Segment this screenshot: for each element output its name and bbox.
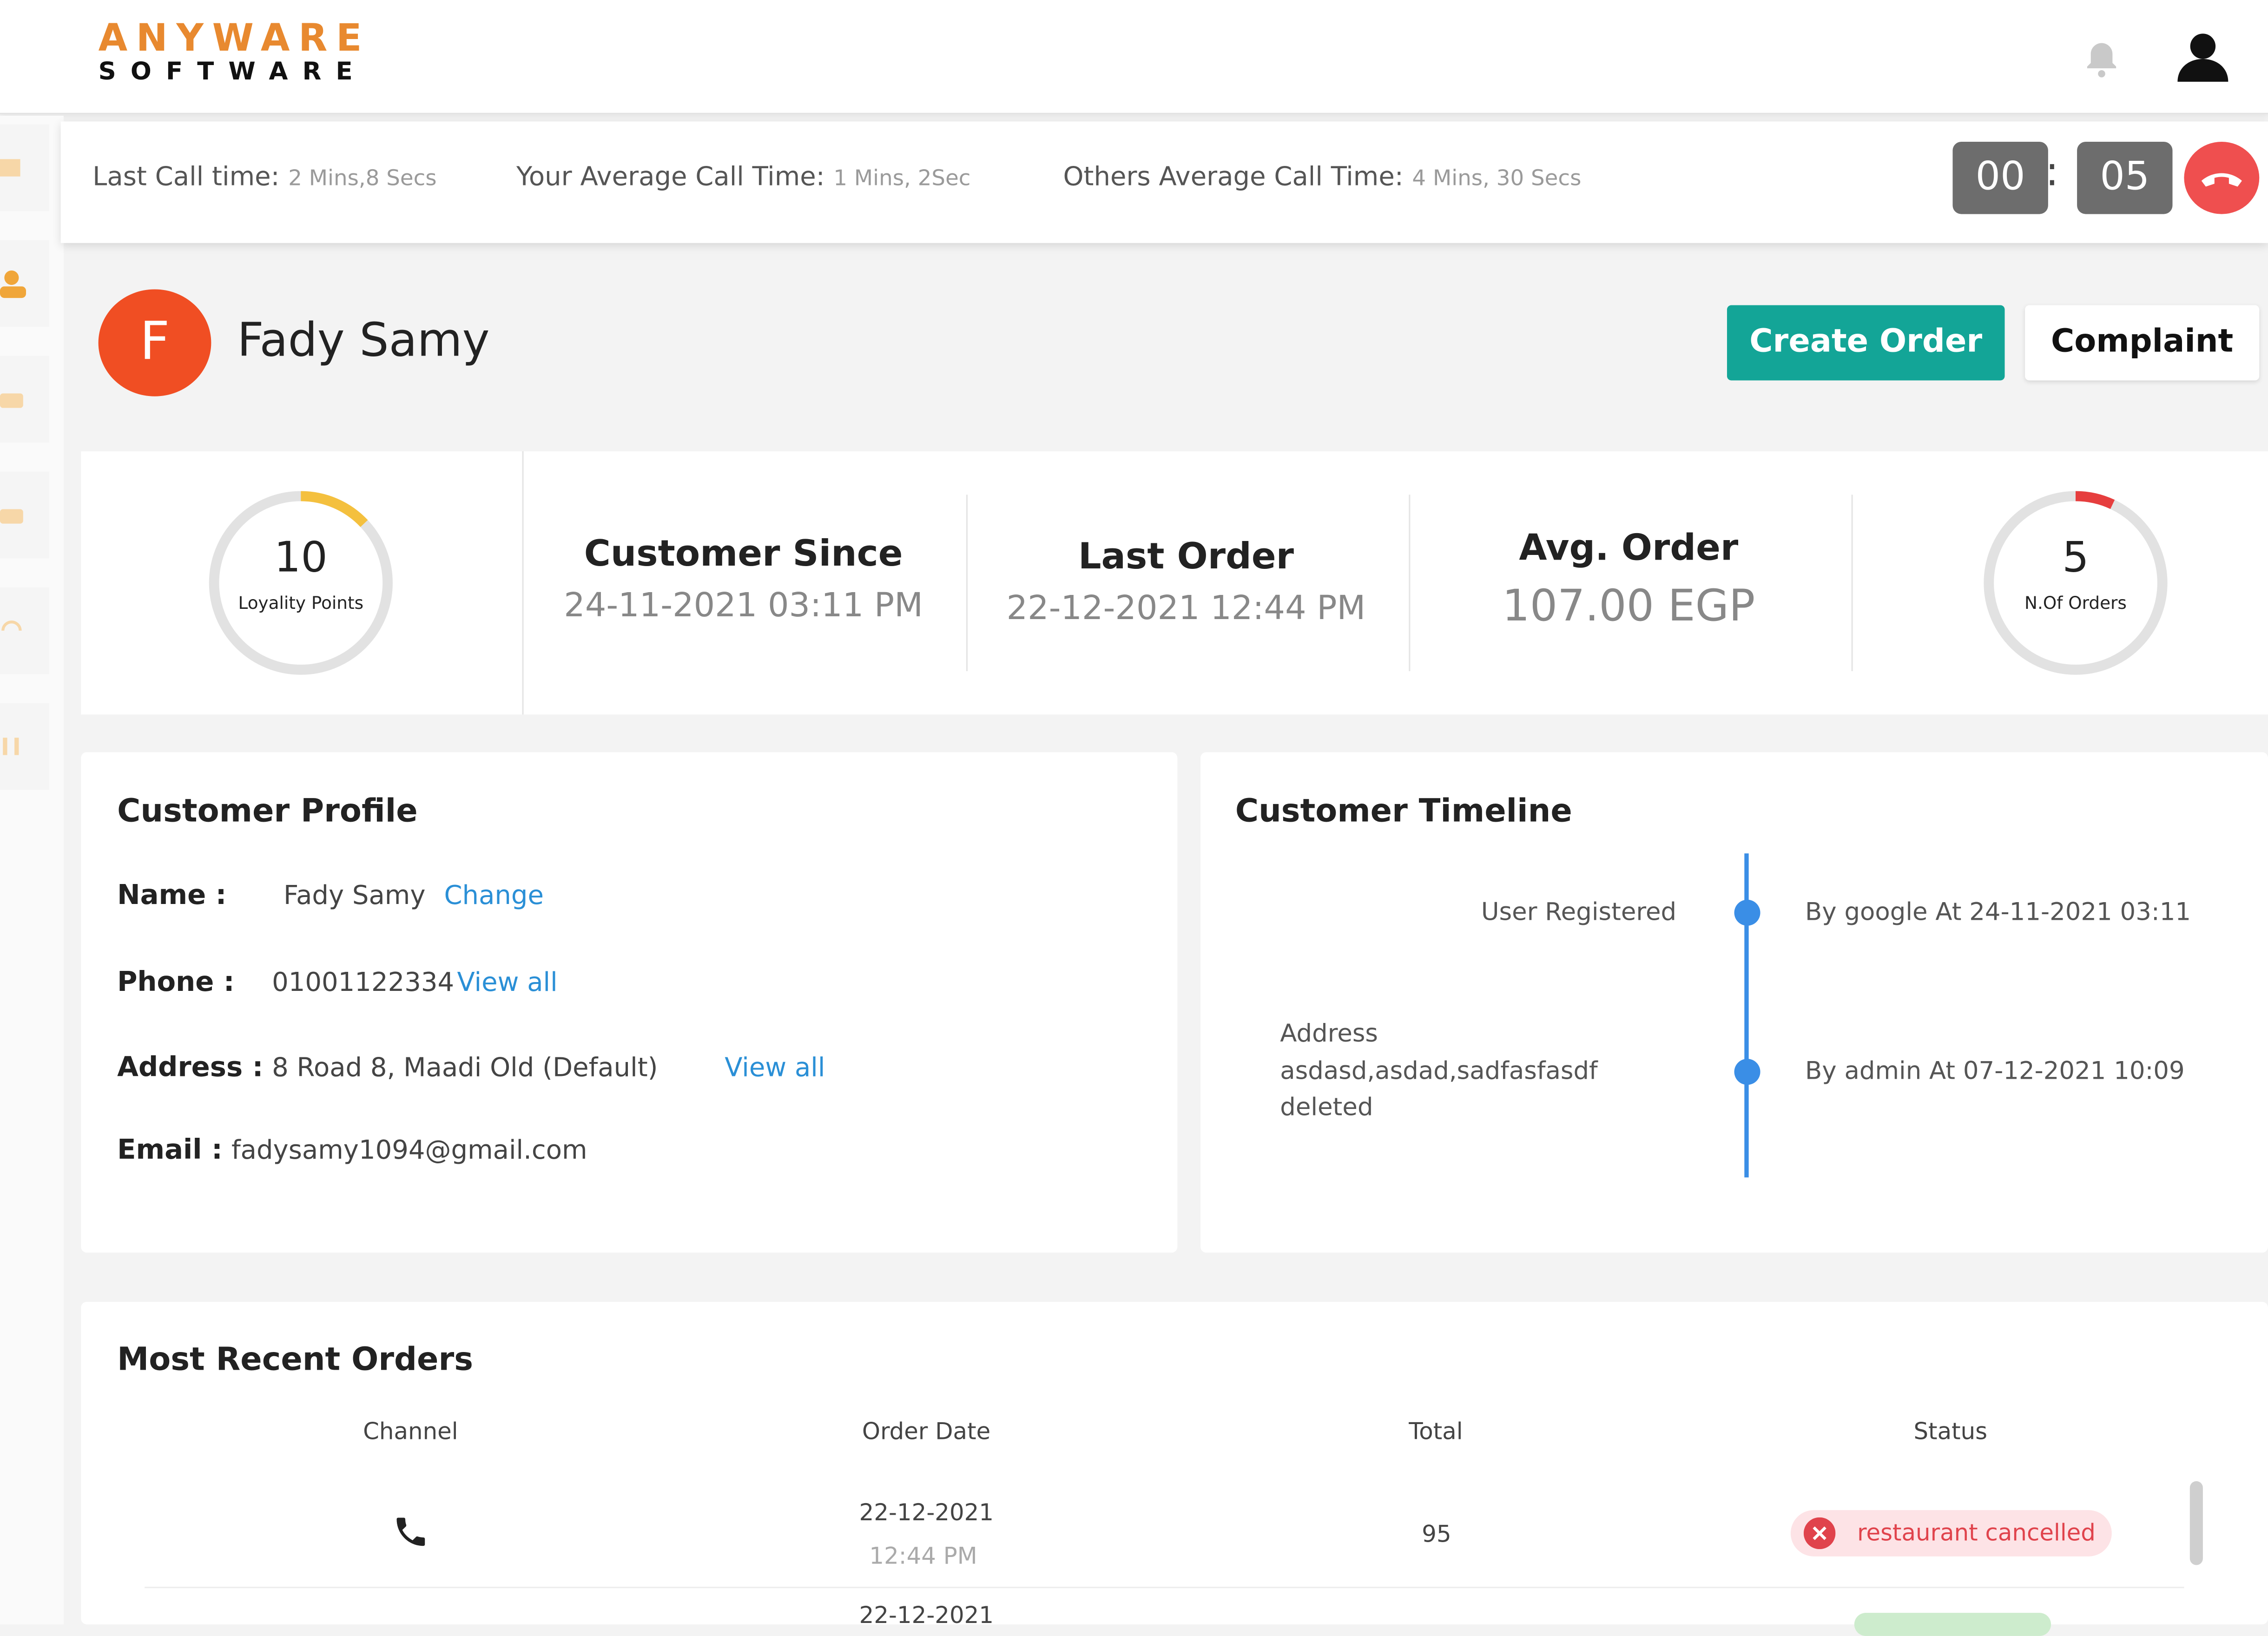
hang-up-icon: [2201, 173, 2242, 187]
address-value: 8 Road 8, Maadi Old (Default): [272, 1053, 658, 1084]
create-order-button[interactable]: Create Order: [1727, 305, 2005, 381]
refresh-icon: [1, 620, 22, 631]
sidebar: [0, 115, 64, 1625]
view-all-addresses-link[interactable]: View all: [725, 1053, 825, 1083]
avg-call-value: 1 Mins, 2Sec: [833, 165, 971, 191]
customer-profile-title: Customer Profile: [117, 794, 418, 831]
brand-line-2: SOFTWARE: [98, 58, 367, 87]
last-order-value: 22-12-2021 12:44 PM: [1006, 590, 1366, 628]
timer-minutes: 00: [1952, 141, 2048, 214]
customer-name: Fady Samy: [237, 312, 490, 368]
timeline-event-line-3: deleted: [1280, 1093, 1373, 1123]
timer-seconds: 05: [2077, 141, 2173, 214]
timeline-event-detail: By google At 24-11-2021 03:11: [1805, 898, 2191, 927]
timeline-dot: [1734, 1059, 1760, 1085]
sidebar-item-menu[interactable]: [0, 703, 49, 790]
cancel-icon: [1803, 1517, 1836, 1550]
stats-divider: [1851, 495, 1853, 672]
customer-timeline-title: Customer Timeline: [1235, 794, 1572, 831]
timeline-event-detail: By admin At 07-12-2021 10:09: [1805, 1057, 2185, 1087]
timeline-dot: [1734, 899, 1760, 926]
loyalty-points-label: Loyality Points: [238, 593, 364, 614]
last-order-title: Last Order: [1078, 535, 1294, 577]
sidebar-item-customers[interactable]: [0, 240, 49, 327]
column-header-channel[interactable]: Channel: [363, 1418, 458, 1445]
order-date: 22-12-2021: [859, 1498, 994, 1526]
recent-orders-title: Most Recent Orders: [117, 1342, 474, 1379]
box-icon: [0, 509, 23, 524]
orders-count-value: 5: [2062, 532, 2089, 582]
brand-logo[interactable]: ANYWARE SOFTWARE: [99, 20, 370, 86]
email-value: fadysamy1094@gmail.com: [231, 1135, 587, 1166]
email-label: Email :: [117, 1134, 223, 1166]
bell-icon[interactable]: [2080, 38, 2123, 81]
stats-divider: [966, 495, 968, 672]
top-bar: ANYWARE SOFTWARE: [0, 0, 2268, 114]
timeline-event: User Registered: [1481, 898, 1677, 927]
customer-since-title: Customer Since: [584, 532, 903, 574]
hang-up-button[interactable]: [2184, 141, 2260, 214]
stats-divider: [1409, 495, 1411, 672]
row-divider: [145, 1587, 2184, 1589]
brand-line-1: ANYWARE: [98, 17, 371, 61]
address-label: Address :: [117, 1051, 264, 1084]
orders-count-ring: [1984, 491, 2168, 675]
sidebar-item-refresh[interactable]: [0, 587, 49, 674]
home-icon: [0, 159, 20, 177]
view-all-phones-link[interactable]: View all: [457, 968, 557, 998]
status-badge: [1854, 1613, 2051, 1636]
stats-divider: [522, 451, 524, 715]
customer-since-value: 24-11-2021 03:11 PM: [564, 587, 923, 625]
avg-order-title: Avg. Order: [1519, 526, 1739, 569]
phone-value: 01001122334: [272, 968, 455, 998]
orders-progress-arc: [2075, 491, 2115, 509]
name-value: Fady Samy: [283, 881, 426, 911]
user-avatar-icon[interactable]: [2173, 26, 2234, 87]
customer-icon: [0, 270, 26, 298]
name-label: Name :: [117, 879, 227, 911]
complaint-button[interactable]: Complaint: [2025, 305, 2260, 381]
status-text: restaurant cancelled: [1857, 1518, 2096, 1546]
others-call-value: 4 Mins, 30 Secs: [1412, 165, 1582, 191]
timer-separator: :: [2045, 147, 2059, 196]
call-info-bar: Last Call time: 2 Mins,8 Secs Your Averag…: [60, 121, 2268, 243]
average-call-time: Your Average Call Time: 1 Mins, 2Sec: [516, 162, 970, 192]
last-call-time: Last Call time: 2 Mins,8 Secs: [92, 162, 436, 192]
orders-count-label: N.Of Orders: [2024, 593, 2127, 614]
sidebar-item-products[interactable]: [0, 471, 49, 559]
timeline-event-line-2: asdasd,asdad,sadfasfasdf: [1280, 1057, 1598, 1087]
customer-avatar: F: [98, 289, 211, 396]
avg-order-value: 107.00 EGP: [1502, 581, 1755, 633]
table-scrollbar[interactable]: [2189, 1481, 2203, 1565]
bag-icon: [0, 393, 23, 408]
last-call-value: 2 Mins,8 Secs: [288, 165, 437, 191]
column-header-total[interactable]: Total: [1409, 1418, 1463, 1445]
sidebar-item-orders[interactable]: [0, 356, 49, 443]
phone-label: Phone :: [117, 966, 235, 998]
order-total: 95: [1422, 1520, 1451, 1548]
loyalty-points-ring: [209, 491, 393, 675]
utensils-icon: [3, 738, 19, 755]
others-call-label: Others Average Call Time:: [1063, 162, 1404, 192]
order-date: 22-12-2021: [859, 1601, 994, 1629]
phone-icon: [396, 1517, 425, 1546]
customer-stats: 10 Loyality Points Customer Since 24-11-…: [81, 451, 2268, 715]
sidebar-item-home[interactable]: [0, 124, 49, 211]
others-average-call-time: Others Average Call Time: 4 Mins, 30 Secs: [1063, 162, 1581, 192]
timeline-event-line-1: Address: [1280, 1020, 1378, 1049]
loyalty-points-value: 10: [274, 532, 328, 582]
last-call-label: Last Call time:: [92, 162, 280, 192]
column-header-order-date[interactable]: Order Date: [862, 1418, 990, 1445]
column-header-status[interactable]: Status: [1913, 1418, 1987, 1445]
avg-call-label: Your Average Call Time:: [516, 162, 825, 192]
order-time: 12:44 PM: [869, 1542, 977, 1570]
status-badge: restaurant cancelled: [1790, 1510, 2112, 1557]
loyalty-progress-arc: [301, 491, 368, 527]
change-name-link[interactable]: Change: [444, 881, 543, 911]
